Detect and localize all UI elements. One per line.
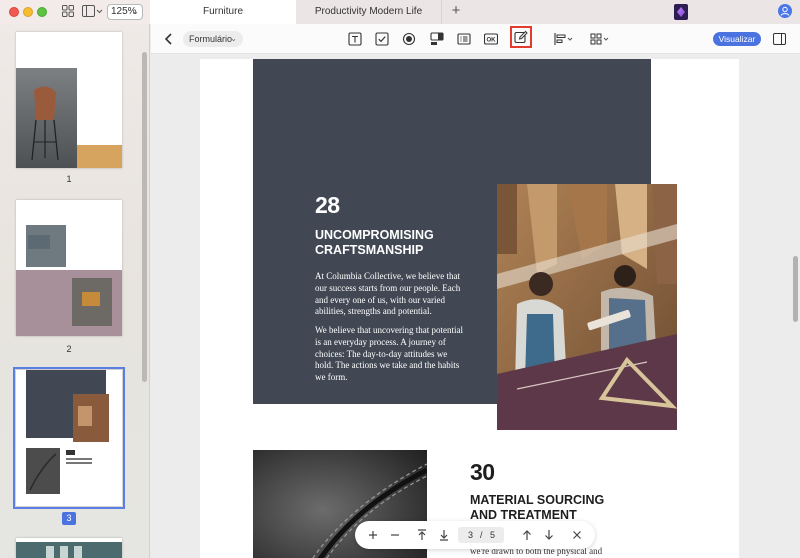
document-canvas[interactable]: 28 UNCOMPROMISING CRAFTSMANSHIP At Colum…	[151, 55, 800, 558]
form-toolbar: Formulário ⌄ OK Visualizar	[151, 24, 800, 54]
mode-select[interactable]: Formulário ⌄	[183, 31, 243, 47]
chevron-down-icon: ⌄	[132, 7, 139, 16]
tab-strip-empty	[442, 0, 800, 24]
side-panel-toggle-icon[interactable]	[773, 33, 786, 45]
edit-form-icon	[514, 30, 528, 44]
preview-button[interactable]: Visualizar	[713, 32, 761, 46]
minimize-window-button[interactable]	[23, 7, 33, 17]
button-ok-icon[interactable]: OK	[484, 32, 498, 46]
align-icon[interactable]	[554, 32, 574, 46]
new-tab-button[interactable]: +	[449, 3, 463, 19]
page-number-label: 2	[66, 344, 72, 354]
text-field-icon[interactable]	[348, 32, 362, 46]
sidebar-toggle-icon[interactable]	[82, 5, 104, 18]
tab-productivity-modern-life[interactable]: Productivity Modern Life	[296, 0, 442, 24]
document-scrollbar[interactable]	[793, 256, 798, 322]
page-thumbnail-3[interactable]	[13, 367, 125, 509]
zoom-in-icon[interactable]	[367, 528, 379, 542]
next-page-icon[interactable]	[543, 528, 555, 542]
close-icon[interactable]	[571, 528, 583, 542]
tab-label: Furniture	[202, 6, 243, 17]
app-logo-icon[interactable]	[674, 4, 688, 20]
section-heading: MATERIAL SOURCING AND TREATMENT	[470, 493, 605, 522]
edit-form-button-highlighted[interactable]	[510, 26, 532, 48]
tab-label: Productivity Modern Life	[314, 6, 423, 17]
ok-glyph: OK	[487, 38, 497, 44]
sidebar-scrollbar[interactable]	[142, 52, 147, 382]
mode-label: Formulário	[189, 34, 233, 44]
section-heading: UNCOMPROMISING CRAFTSMANSHIP	[315, 228, 434, 257]
page-thumbnail-1[interactable]	[16, 32, 122, 168]
page-separator: /	[480, 530, 483, 540]
page-navigation-bar: 3 / 5	[355, 521, 595, 549]
total-pages: 5	[490, 530, 496, 540]
section-paragraph: We believe that uncovering that potentia…	[315, 325, 463, 383]
radio-button-icon[interactable]	[402, 32, 416, 46]
checkbox-icon[interactable]	[375, 32, 389, 46]
zoom-out-icon[interactable]	[389, 528, 401, 542]
first-page-icon[interactable]	[416, 528, 428, 542]
document-page-3: 28 UNCOMPROMISING CRAFTSMANSHIP At Colum…	[200, 59, 739, 558]
page-thumbnail-4[interactable]	[16, 538, 122, 558]
page-number-label-selected: 3	[62, 512, 76, 525]
title-bar: 125% ⌄ Furniture Productivity Modern Lif…	[0, 0, 800, 24]
workshop-photo	[497, 184, 677, 430]
section-paragraph: At Columbia Collective, we believe that …	[315, 271, 461, 317]
account-avatar[interactable]	[778, 4, 792, 18]
chevron-down-icon: ⌄	[230, 34, 237, 43]
page-number-label: 1	[66, 174, 72, 184]
current-page: 3	[468, 530, 474, 540]
grid-view-icon[interactable]	[62, 5, 74, 17]
combo-box-icon[interactable]	[430, 32, 444, 46]
arrange-icon[interactable]	[590, 32, 610, 46]
section-number: 28	[315, 192, 340, 218]
back-arrow-icon[interactable]	[164, 32, 174, 46]
page-thumbnail-2[interactable]	[16, 200, 122, 336]
tab-furniture[interactable]: Furniture	[150, 0, 296, 24]
section-number: 30	[470, 459, 495, 485]
close-window-button[interactable]	[9, 7, 19, 17]
zoom-select[interactable]: 125% ⌄	[107, 4, 143, 20]
list-box-icon[interactable]	[457, 32, 471, 46]
page-thumbnail-sidebar: 1 2 3	[0, 24, 150, 558]
last-page-icon[interactable]	[438, 528, 450, 542]
previous-page-icon[interactable]	[521, 528, 533, 542]
zoom-window-button[interactable]	[37, 7, 47, 17]
page-number-field[interactable]: 3 / 5	[458, 527, 504, 543]
